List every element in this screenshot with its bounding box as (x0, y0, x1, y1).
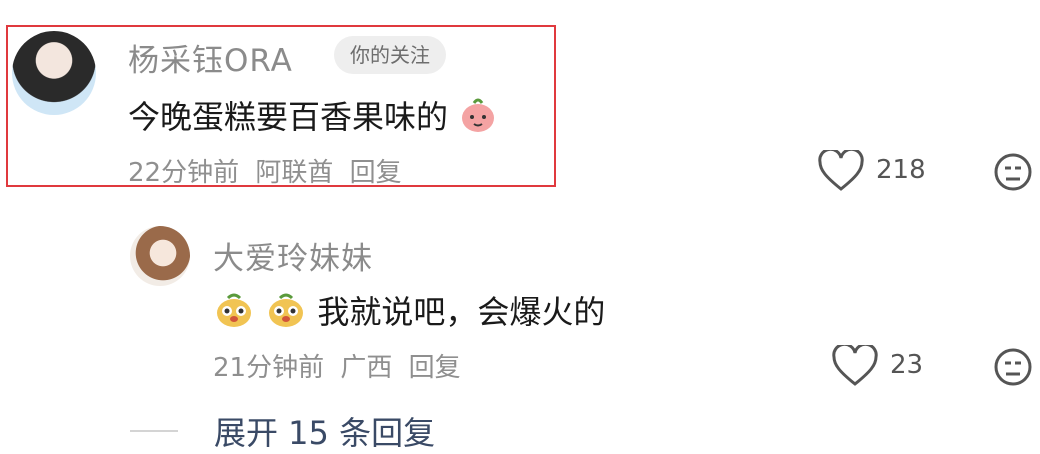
like-count: 23 (890, 350, 924, 380)
puppy-face-emoji-icon (213, 289, 255, 339)
avatar[interactable] (130, 226, 190, 286)
unhappy-face-icon (994, 153, 1032, 191)
peach-face-emoji-icon (458, 95, 498, 143)
avatar[interactable] (12, 31, 96, 115)
reply-location: 广西 (340, 353, 393, 383)
reply-text: 我就说吧，会爆火的 (213, 287, 605, 339)
heart-icon (818, 147, 864, 191)
expand-replies-link[interactable]: 展开 15 条回复 (214, 408, 435, 454)
reply-button[interactable]: 回复 (409, 353, 461, 383)
puppy-face-emoji-icon (265, 289, 307, 339)
like-button[interactable] (818, 147, 864, 196)
comment-text: 今晚蛋糕要百香果味的 (128, 92, 498, 143)
comment-username[interactable]: 杨采钰ORA (128, 35, 293, 80)
like-count: 218 (876, 155, 926, 185)
reply-username[interactable]: 大爱玲妹妹 (213, 233, 373, 278)
comment-text-body: 今晚蛋糕要百香果味的 (128, 98, 449, 136)
reply-time: 21分钟前 (213, 353, 325, 383)
like-button[interactable] (832, 342, 878, 391)
comment-location: 阿联酋 (255, 158, 334, 188)
comment-time: 22分钟前 (128, 158, 240, 188)
divider-line (130, 430, 178, 432)
reply-button[interactable]: 回复 (350, 158, 402, 188)
reply-meta: 21分钟前 广西 回复 (213, 347, 461, 384)
dislike-button[interactable] (993, 152, 1033, 196)
dislike-button[interactable] (993, 347, 1033, 391)
unhappy-face-icon (994, 348, 1032, 386)
heart-icon (832, 342, 878, 386)
following-badge: 你的关注 (334, 36, 446, 74)
reply-text-body: 我就说吧，会爆火的 (317, 293, 606, 331)
comment-meta: 22分钟前 阿联酋 回复 (128, 152, 402, 189)
